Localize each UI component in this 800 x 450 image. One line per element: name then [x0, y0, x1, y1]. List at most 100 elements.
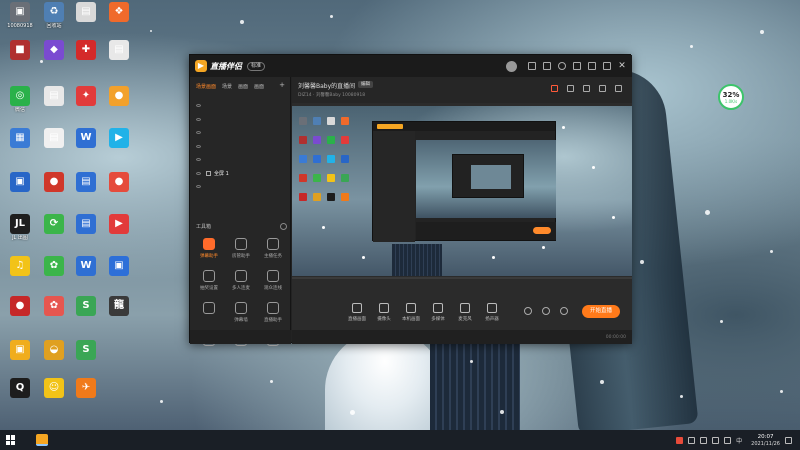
notification-icon[interactable]	[785, 436, 792, 444]
icon-app-aa[interactable]: 龍	[103, 296, 135, 317]
icon-app-ae[interactable]: ☺	[38, 378, 70, 399]
add-scene-icon[interactable]: +	[279, 82, 285, 90]
settings-icon[interactable]	[558, 62, 566, 70]
tray-network-icon[interactable]	[712, 436, 720, 444]
version-badge[interactable]: 标准	[247, 61, 266, 71]
icon-app-w[interactable]: ▣	[103, 256, 135, 277]
add-media-button[interactable]: 多媒体	[425, 303, 451, 322]
icon-app-j[interactable]: ▦	[4, 128, 36, 149]
menu-icon[interactable]	[573, 62, 581, 70]
icon-qq-music[interactable]: ♫	[4, 256, 36, 277]
scene-item[interactable]	[190, 99, 290, 113]
tab-scene[interactable]: 场景	[222, 83, 232, 90]
tool-item[interactable]: 房管助手	[225, 238, 257, 265]
preview-eye-icon[interactable]	[542, 307, 550, 315]
window-titlebar[interactable]: ▶ 直播伴侣 标准 ✕	[190, 55, 632, 77]
icon-app-q[interactable]: ●	[103, 172, 135, 193]
icon-app-af[interactable]: ✈	[70, 378, 102, 399]
tray-mic-icon[interactable]	[700, 436, 708, 444]
taskbar-clock[interactable]: 20:07 2021/11/26	[751, 434, 780, 447]
edit-room-button[interactable]: 编辑	[358, 81, 373, 88]
icon-app-m[interactable]: ▶	[103, 128, 135, 149]
icon-app-b[interactable]: ❖	[103, 2, 135, 23]
tool-item[interactable]: 弹幕助手	[193, 238, 225, 265]
tool-item[interactable]: 观众连线	[257, 270, 289, 297]
mail-icon[interactable]	[528, 62, 536, 70]
icon-10080918[interactable]: ▣ 10080918	[4, 2, 36, 30]
tool-item[interactable]	[193, 302, 225, 329]
icon-app-n[interactable]: ▣	[4, 172, 36, 193]
visibility-eye-icon[interactable]	[196, 117, 201, 121]
input-language[interactable]: 中	[736, 436, 742, 445]
icon-app-l[interactable]: W	[70, 128, 102, 149]
icon-app-ab[interactable]: ▣	[4, 340, 36, 361]
add-local-screen-button[interactable]: 本机画面	[398, 303, 424, 322]
icon-app-o[interactable]: ●	[38, 172, 70, 193]
tool-item[interactable]: 多人连麦	[225, 270, 257, 297]
icon-jl[interactable]: JL JL 出图	[4, 214, 36, 242]
tab-screen-b[interactable]: 画面	[254, 83, 264, 90]
user-avatar[interactable]	[506, 60, 517, 72]
scene-item[interactable]	[190, 153, 290, 167]
visibility-eye-icon[interactable]	[196, 144, 201, 148]
toolbox-collapse-icon[interactable]	[280, 223, 287, 230]
icon-app-x[interactable]: ●	[4, 296, 36, 317]
lock-icon[interactable]	[567, 85, 574, 92]
go-live-button[interactable]: 开始直播	[582, 305, 620, 318]
maximize-icon[interactable]	[603, 62, 611, 70]
icon-app-g[interactable]: ▤	[38, 86, 70, 107]
add-live-screen-button[interactable]: 直播画面	[344, 303, 370, 322]
icon-app-e[interactable]: ✚	[70, 40, 102, 61]
taskbar-live-companion-icon[interactable]	[36, 434, 48, 446]
icon-app-p[interactable]: ▤	[70, 172, 102, 193]
visibility-eye-icon[interactable]	[196, 185, 201, 189]
icon-app-f[interactable]: ▤	[103, 40, 135, 61]
icon-app-r[interactable]: ⟳	[38, 214, 70, 235]
scene-item-selected[interactable]: 全屏 1	[190, 167, 290, 181]
icon-app-a[interactable]: ▤	[70, 2, 102, 23]
tool-item[interactable]: 直播助手	[257, 302, 289, 329]
start-windows-icon[interactable]	[6, 435, 16, 445]
tab-screen-a[interactable]: 画面	[238, 83, 248, 90]
speaker-button[interactable]: 扬声器	[479, 303, 505, 322]
gift-icon[interactable]	[551, 85, 558, 92]
minimize-icon[interactable]	[588, 62, 596, 70]
tool-item[interactable]: 抽奖设置	[193, 270, 225, 297]
icon-recycle[interactable]: ♻ 回收站	[38, 2, 70, 30]
icon-app-ad[interactable]: S	[70, 340, 102, 361]
close-icon[interactable]: ✕	[618, 62, 626, 71]
live-settings-icon[interactable]	[560, 307, 568, 315]
icon-app-c[interactable]: ■	[4, 40, 36, 61]
skin-icon[interactable]	[543, 62, 551, 70]
icon-app-d[interactable]: ◆	[38, 40, 70, 61]
tray-chevron-icon[interactable]	[688, 436, 696, 444]
icon-app-i[interactable]: ●	[103, 86, 135, 107]
microphone-button[interactable]: 麦克风	[452, 303, 478, 322]
cpu-usage-widget[interactable]: 32% 1.0K/s	[718, 84, 744, 110]
scene-item[interactable]	[190, 140, 290, 154]
room-title[interactable]: 刘馨馨Baby的直播间	[298, 81, 355, 90]
icon-app-z[interactable]: S	[70, 296, 102, 317]
visibility-eye-icon[interactable]	[196, 104, 201, 108]
icon-app-s[interactable]: ▤	[70, 214, 102, 235]
icon-qq[interactable]: Q	[4, 378, 36, 399]
icon-app-k[interactable]: ▤	[38, 128, 70, 149]
scene-item[interactable]	[190, 113, 290, 127]
icon-app-h[interactable]: ✦	[70, 86, 102, 107]
tool-item[interactable]: 主播任务	[257, 238, 289, 265]
icon-wechat[interactable]: ◎ 微信	[4, 86, 36, 114]
share-icon[interactable]	[615, 85, 622, 92]
scene-item[interactable]	[190, 180, 290, 194]
record-video-icon[interactable]	[524, 307, 532, 315]
visibility-eye-icon[interactable]	[196, 171, 201, 175]
scene-item[interactable]	[190, 126, 290, 140]
record-icon[interactable]	[583, 85, 590, 92]
home-icon[interactable]	[599, 85, 606, 92]
add-camera-button[interactable]: 摄像头	[371, 303, 397, 322]
icon-app-y[interactable]: ✿	[38, 296, 70, 317]
visibility-eye-icon[interactable]	[196, 158, 201, 162]
icon-app-t[interactable]: ▶	[103, 214, 135, 235]
icon-app-u[interactable]: ✿	[38, 256, 70, 277]
visibility-eye-icon[interactable]	[196, 131, 201, 135]
tray-volume-icon[interactable]	[724, 436, 732, 444]
